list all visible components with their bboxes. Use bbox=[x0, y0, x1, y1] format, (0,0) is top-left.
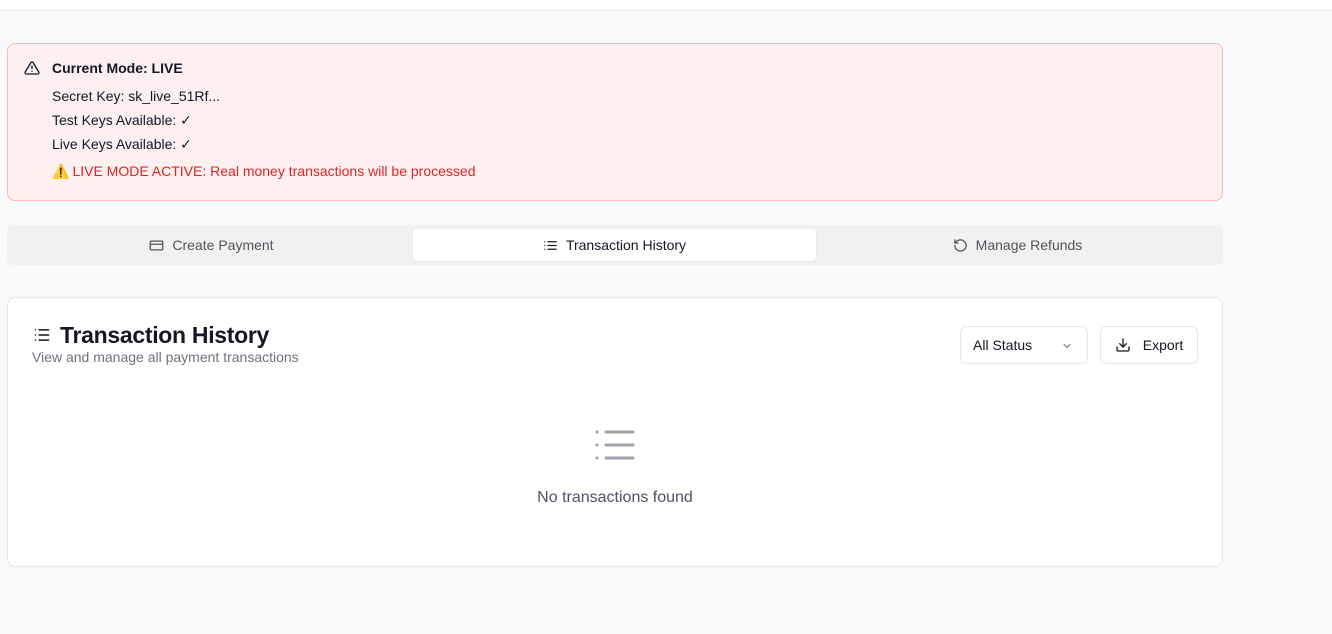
tab-transaction-history[interactable]: Transaction History bbox=[413, 229, 816, 261]
tab-create-payment[interactable]: Create Payment bbox=[10, 229, 413, 261]
alert-title: Current Mode: LIVE bbox=[52, 60, 183, 76]
export-button[interactable]: Export bbox=[1100, 326, 1198, 364]
credit-card-icon bbox=[150, 240, 164, 250]
tab-list: Create Payment Transaction History Manag… bbox=[7, 225, 1223, 265]
tab-manage-refunds[interactable]: Manage Refunds bbox=[816, 229, 1219, 261]
live-keys-text: Live Keys Available: ✓ bbox=[52, 136, 192, 152]
tab-manage-refunds-label: Manage Refunds bbox=[975, 237, 1083, 253]
status-filter-select[interactable]: All Status bbox=[960, 326, 1088, 364]
alert-triangle-icon bbox=[24, 61, 40, 75]
test-keys-text: Test Keys Available: ✓ bbox=[52, 112, 192, 128]
card-subtitle: View and manage all payment transactions bbox=[32, 349, 299, 365]
empty-state-text: No transactions found bbox=[537, 489, 693, 506]
list-icon bbox=[34, 329, 50, 341]
live-mode-warning-text: LIVE MODE ACTIVE: Real money transaction… bbox=[72, 163, 476, 179]
transaction-history-card: Transaction History View and manage all … bbox=[7, 297, 1223, 567]
card-title: Transaction History bbox=[60, 322, 270, 348]
chevron-down-icon bbox=[1063, 344, 1071, 348]
list-icon bbox=[595, 430, 635, 460]
secret-key-text: Secret Key: sk_live_51Rf... bbox=[52, 88, 221, 104]
export-button-label: Export bbox=[1142, 337, 1184, 353]
rotate-ccw-icon bbox=[953, 238, 967, 252]
tab-create-payment-label: Create Payment bbox=[172, 237, 274, 253]
status-filter-value: All Status bbox=[973, 337, 1033, 353]
tab-transaction-history-label: Transaction History bbox=[565, 237, 687, 253]
mode-alert: Current Mode: LIVE Secret Key: sk_live_5… bbox=[7, 43, 1223, 201]
list-icon bbox=[544, 240, 557, 250]
live-mode-warning: ⚠️ LIVE MODE ACTIVE: Real money transacti… bbox=[52, 163, 476, 180]
top-bar bbox=[0, 0, 1332, 11]
download-icon bbox=[1116, 338, 1130, 352]
warning-emoji-icon: ⚠️ bbox=[52, 163, 70, 179]
